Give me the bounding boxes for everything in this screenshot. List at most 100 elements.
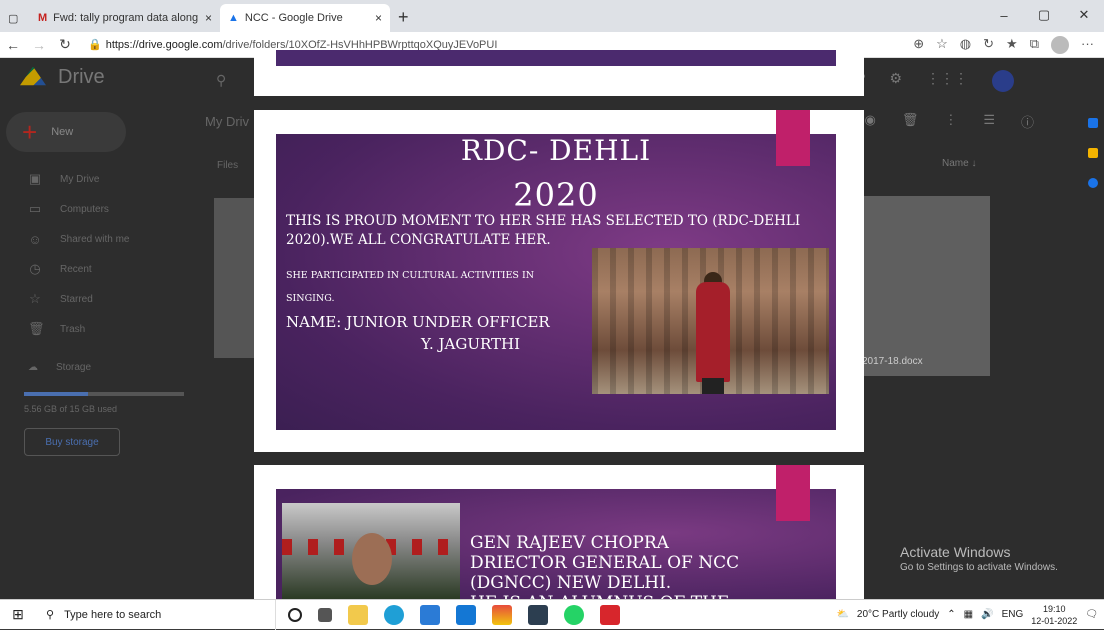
- tab-title: Fwd: tally program data along w: [53, 12, 199, 24]
- mail-icon[interactable]: [456, 604, 476, 625]
- info-icon[interactable]: ⓘ: [1021, 112, 1034, 131]
- favorite-icon[interactable]: ☆: [936, 36, 948, 54]
- slide-year: 2020: [513, 176, 599, 214]
- star-icon: ☆: [29, 291, 41, 306]
- whatsapp-icon[interactable]: [564, 604, 584, 625]
- clock-date: 12-01-2022: [1031, 615, 1078, 626]
- files-heading: Files: [217, 160, 239, 171]
- windows-taskbar: ⊞ ⚲ Type here to search ⛅ 20°C Partly cl…: [0, 599, 1104, 630]
- tab-close-button[interactable]: ×: [205, 11, 212, 25]
- account-avatar[interactable]: [992, 70, 1014, 92]
- my-drive-icon: ▣: [28, 171, 42, 186]
- network-icon[interactable]: ▦: [964, 609, 973, 620]
- slide-top-partial: [276, 50, 836, 66]
- tasks-icon[interactable]: [1088, 178, 1098, 188]
- cadet-photo: [592, 248, 829, 394]
- store-icon[interactable]: [420, 604, 440, 625]
- drive-app: Drive ⚲ + New ▣ My Drive ▭ Computers ☺ Shar…: [0, 50, 1104, 613]
- sidebar-item-storage[interactable]: ☁ Storage: [28, 362, 91, 373]
- drive-logo[interactable]: Drive: [20, 66, 105, 89]
- more-icon[interactable]: ···: [1081, 36, 1094, 54]
- apps-icon[interactable]: ⋮⋮⋮: [926, 70, 968, 92]
- photos-icon[interactable]: [492, 604, 512, 625]
- slide-rdc-dehli: RDC- DEHLI 2020 THIS IS PROUD MOMENT TO …: [276, 110, 836, 430]
- keep-icon[interactable]: [1088, 148, 1098, 158]
- profile-avatar[interactable]: [1051, 35, 1069, 54]
- sidebar: ▣ My Drive ▭ Computers ☺ Shared with me ◷ Re…: [0, 164, 190, 344]
- favorites-icon[interactable]: ★: [1006, 36, 1018, 54]
- cloud-icon: ☁: [28, 362, 38, 373]
- list-view-icon[interactable]: ☰: [983, 112, 995, 131]
- notification-icon[interactable]: 🗨: [1085, 609, 1098, 620]
- language-indicator[interactable]: ENG: [1002, 609, 1024, 620]
- plus-icon: +: [22, 117, 38, 147]
- search-icon[interactable]: ⚲: [216, 72, 226, 89]
- start-button[interactable]: ⊞: [0, 606, 36, 623]
- acrobat-icon[interactable]: [600, 604, 620, 625]
- reload-icon[interactable]: ↻: [52, 36, 78, 53]
- weather-icon[interactable]: ⛅: [836, 609, 848, 620]
- tab-gmail[interactable]: M Fwd: tally program data along w ×: [30, 4, 220, 32]
- preview-icon[interactable]: ◉: [864, 112, 875, 131]
- tab-google-drive[interactable]: ▲ NCC - Google Drive ×: [220, 4, 390, 32]
- drive-icon: ▲: [228, 12, 239, 24]
- chevron-up-icon[interactable]: ⌃: [947, 609, 955, 620]
- lock-icon: 🔒: [88, 39, 102, 51]
- slide-text-line: GEN RAJEEV CHOPRA: [470, 533, 669, 553]
- name-sort-button[interactable]: Name ↓: [942, 158, 976, 169]
- breadcrumb[interactable]: My Driv: [205, 114, 249, 129]
- url-host: https://drive.google.com: [105, 38, 223, 51]
- maximize-button[interactable]: ▢: [1024, 7, 1064, 23]
- close-window-button[interactable]: ✕: [1064, 7, 1104, 23]
- calculator-icon[interactable]: [528, 604, 548, 625]
- new-tab-button[interactable]: +: [390, 4, 417, 32]
- calendar-icon[interactable]: [1088, 118, 1098, 128]
- file-thumbnail[interactable]: [214, 198, 254, 358]
- volume-icon[interactable]: 🔊: [981, 609, 993, 620]
- sidebar-item-recent[interactable]: ◷ Recent: [0, 254, 190, 284]
- task-view-icon[interactable]: [318, 607, 332, 622]
- forward-icon[interactable]: →: [26, 37, 52, 53]
- slide-dgncc: GEN RAJEEV CHOPRA DRIECTOR GENERAL OF NC…: [276, 465, 836, 613]
- edge-icon[interactable]: [384, 604, 404, 625]
- side-panel-rail: [1082, 98, 1104, 208]
- clock[interactable]: 19:10 12-01-2022: [1031, 603, 1077, 627]
- buy-storage-button[interactable]: Buy storage: [24, 428, 120, 456]
- sidebar-item-computers[interactable]: ▭ Computers: [0, 194, 190, 224]
- collections-icon[interactable]: ⧉: [1030, 36, 1039, 54]
- slide-subtext: SHE PARTICIPATED IN CULTURAL ACTIVITIES …: [286, 264, 534, 310]
- slide-accent-bar: [776, 465, 810, 521]
- settings-icon[interactable]: ⚙: [889, 70, 902, 92]
- minimize-button[interactable]: –: [984, 8, 1024, 23]
- drive-header-icons: ? ⚙ ⋮⋮⋮: [858, 70, 1014, 92]
- tab-actions-button[interactable]: ▢: [0, 4, 30, 32]
- delete-icon[interactable]: 🗑: [902, 112, 919, 131]
- activate-title: Activate Windows: [900, 544, 1011, 560]
- extension-icon[interactable]: ◍: [960, 36, 971, 54]
- sidebar-item-label: Trash: [60, 323, 86, 335]
- refresh-extension-icon[interactable]: ↻: [983, 36, 994, 54]
- cortana-icon[interactable]: [288, 607, 302, 622]
- sidebar-item-shared[interactable]: ☺ Shared with me: [0, 224, 190, 254]
- sidebar-item-trash[interactable]: 🗑 Trash: [0, 314, 190, 344]
- clock-time: 19:10: [1043, 603, 1066, 614]
- sidebar-item-starred[interactable]: ☆ Starred: [0, 284, 190, 314]
- gmail-icon: M: [38, 12, 48, 24]
- sidebar-item-label: Computers: [60, 203, 109, 215]
- more-actions-icon[interactable]: ⋮: [944, 112, 957, 131]
- slide-paragraph: THIS IS PROUD MOMENT TO HER SHE HAS SELE…: [286, 213, 801, 248]
- sidebar-item-my-drive[interactable]: ▣ My Drive: [0, 164, 190, 194]
- weather-text[interactable]: 20°C Partly cloudy: [857, 609, 939, 620]
- new-button[interactable]: + New: [6, 112, 126, 152]
- slide-title: RDC- DEHLI: [460, 134, 652, 167]
- taskbar-search[interactable]: ⚲ Type here to search: [36, 599, 276, 630]
- zoom-icon[interactable]: ⊕: [913, 36, 924, 54]
- tab-close-button[interactable]: ×: [375, 11, 382, 25]
- file-thumbnail[interactable]: [850, 196, 990, 376]
- new-label: New: [51, 126, 74, 138]
- sidebar-item-label: Recent: [60, 263, 92, 275]
- slide-name: NAME: JUNIOR UNDER OFFICER Y. JAGURTHI: [286, 311, 550, 355]
- file-explorer-icon[interactable]: [348, 604, 368, 625]
- back-icon[interactable]: ←: [0, 37, 26, 53]
- drive-logo-text: Drive: [58, 66, 105, 88]
